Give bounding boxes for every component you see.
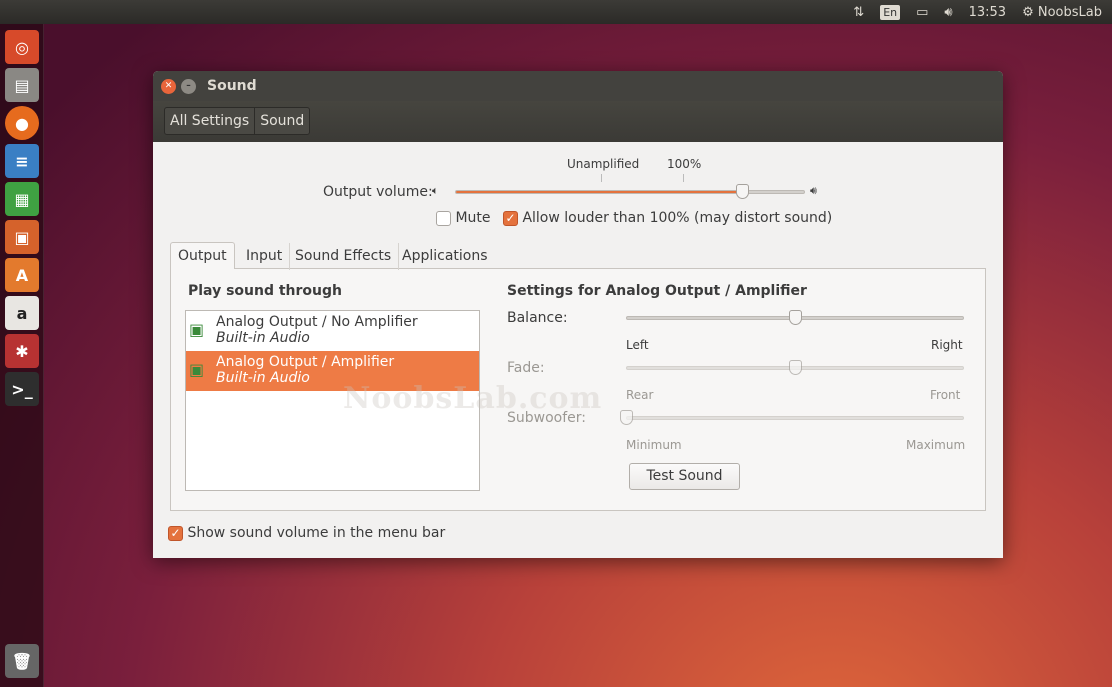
device-name: Analog Output / Amplifier [216, 354, 395, 370]
window-title: Sound [207, 78, 257, 94]
show-volume-menubar-checkbox[interactable]: ✓ Show sound volume in the menu bar [168, 525, 445, 541]
amazon-icon[interactable]: a [5, 296, 39, 330]
tab-applications[interactable]: Applications [395, 243, 495, 270]
clock[interactable]: 13:53 [969, 5, 1006, 20]
output-volume-thumb[interactable] [736, 184, 750, 199]
tab-input[interactable]: Input [239, 243, 291, 270]
firefox-icon[interactable]: ● [5, 106, 39, 140]
writer-icon[interactable]: ≡ [5, 144, 39, 178]
top-panel: ⇅ En ▭ 🔊︎ 13:53 ⚙ NoobsLab [0, 0, 1112, 24]
tick [683, 174, 684, 182]
output-volume-label: Output volume: [323, 184, 433, 200]
device-amplifier-selected[interactable]: ▣ Analog Output / Amplifier Built-in Aud… [186, 351, 479, 391]
breadcrumb-all-settings[interactable]: All Settings [165, 108, 256, 134]
calc-icon[interactable]: ▦ [5, 182, 39, 216]
volume-low-icon[interactable]: 🔈︎ [432, 184, 439, 198]
allow-louder-checkbox[interactable]: ✓ Allow louder than 100% (may distort so… [503, 210, 832, 226]
fade-label: Fade: [507, 360, 545, 376]
breadcrumb: All Settings Sound [164, 107, 311, 135]
keyboard-layout-indicator[interactable]: En [880, 4, 901, 20]
impress-icon[interactable]: ▣ [5, 220, 39, 254]
subwoofer-slider[interactable] [626, 416, 964, 420]
terminal-icon[interactable]: >_ [5, 372, 39, 406]
unamplified-mark: Unamplified [567, 157, 640, 171]
volume-high-icon[interactable]: 🔊︎ [810, 184, 817, 198]
subwoofer-min-label: Minimum [626, 438, 682, 452]
sound-settings-window: ✕ – Sound All Settings Sound Unamplified… [153, 71, 1003, 558]
test-sound-button[interactable]: Test Sound [629, 463, 740, 490]
output-device-list[interactable]: ▣ Analog Output / No Amplifier Built-in … [185, 310, 480, 491]
settings-heading: Settings for Analog Output / Amplifier [507, 283, 807, 299]
system-settings-icon[interactable]: ✱ [5, 334, 39, 368]
balance-right-label: Right [931, 338, 963, 352]
device-name: Analog Output / No Amplifier [216, 314, 418, 330]
balance-left-label: Left [626, 338, 649, 352]
breadcrumb-sound[interactable]: Sound [255, 108, 309, 134]
trash-icon[interactable]: 🗑︎ [5, 644, 39, 678]
sound-card-icon: ▣ [189, 360, 205, 379]
show-volume-menubar-label: Show sound volume in the menu bar [187, 525, 446, 541]
tab-sound-effects[interactable]: Sound Effects [288, 243, 400, 270]
files-icon[interactable]: ▤ [5, 68, 39, 102]
battery-icon[interactable]: ▭ [916, 5, 928, 20]
fade-rear-label: Rear [626, 388, 654, 402]
minimize-icon[interactable]: – [181, 78, 196, 94]
subwoofer-max-label: Maximum [906, 438, 966, 452]
toolbar: All Settings Sound [153, 101, 1003, 142]
fade-front-label: Front [930, 388, 961, 402]
subwoofer-thumb[interactable] [620, 410, 633, 425]
sound-card-icon: ▣ [189, 320, 205, 339]
launcher: ◎ ▤ ● ≡ ▦ ▣ A a ✱ >_ 🗑︎ [0, 24, 44, 687]
user-name: NoobsLab [1037, 4, 1102, 20]
device-subtitle: Built-in Audio [216, 330, 310, 346]
network-icon[interactable]: ⇅ [853, 5, 864, 20]
output-volume-slider[interactable] [455, 190, 805, 194]
close-icon[interactable]: ✕ [161, 78, 176, 94]
mute-checkbox[interactable]: Mute [436, 210, 491, 226]
balance-thumb[interactable] [789, 310, 802, 325]
fade-thumb[interactable] [789, 360, 802, 375]
hundred-percent-mark: 100% [667, 157, 702, 171]
tab-output[interactable]: Output [170, 242, 235, 269]
session-menu[interactable]: ⚙ NoobsLab [1022, 5, 1102, 20]
subwoofer-label: Subwoofer: [507, 410, 586, 426]
mute-label: Mute [455, 210, 491, 226]
software-center-icon[interactable]: A [5, 258, 39, 292]
ubuntu-dash-icon[interactable]: ◎ [5, 30, 39, 64]
balance-label: Balance: [507, 310, 568, 326]
allow-louder-label: Allow louder than 100% (may distort soun… [522, 210, 833, 226]
volume-icon[interactable]: 🔊︎ [944, 5, 952, 20]
device-no-amplifier[interactable]: ▣ Analog Output / No Amplifier Built-in … [186, 311, 479, 351]
play-sound-through-heading: Play sound through [188, 283, 342, 299]
title-bar: ✕ – Sound [153, 71, 1003, 101]
device-subtitle: Built-in Audio [216, 370, 310, 386]
tick [601, 174, 602, 182]
